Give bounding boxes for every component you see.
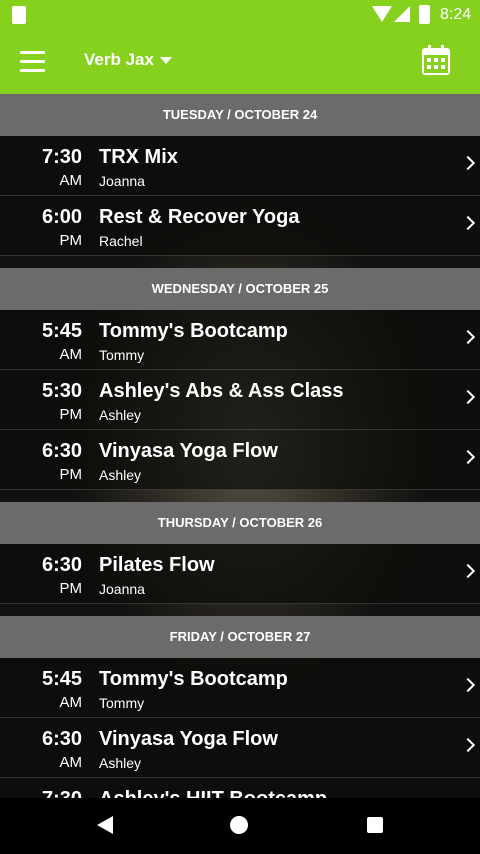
back-icon[interactable] (97, 816, 113, 834)
system-nav-bar (0, 798, 480, 854)
class-schedule-list[interactable]: TUESDAY / OCTOBER 24 7:30 AM TRX Mix Joanna 6… (0, 94, 480, 798)
class-row[interactable]: 5:30 PM Ashley's Abs & Ass Class Ashley (0, 370, 480, 430)
class-ampm: PM (59, 406, 83, 423)
class-time: 5:30 (41, 380, 82, 402)
home-icon[interactable] (230, 816, 248, 834)
chevron-right-icon[interactable] (460, 737, 476, 753)
class-row[interactable]: 5:45 AM Tommy's Bootcamp Tommy (0, 658, 480, 718)
class-time: 6:30 (41, 440, 82, 462)
class-time: 7:30 (42, 788, 82, 798)
class-instructor: Joanna (99, 581, 145, 597)
class-instructor: Tommy (99, 347, 145, 363)
menu-icon[interactable] (20, 51, 45, 72)
chevron-right-icon[interactable] (460, 449, 476, 465)
chevron-right-icon[interactable] (460, 677, 476, 693)
day-header: THURSDAY / OCTOBER 26 (0, 502, 480, 544)
recents-icon[interactable] (367, 817, 383, 833)
chevron-right-icon[interactable] (460, 389, 476, 405)
caret-down-icon[interactable] (160, 57, 172, 64)
day-header: TUESDAY / OCTOBER 24 (0, 94, 480, 136)
class-instructor: Tommy (99, 695, 145, 711)
day-header: WEDNESDAY / OCTOBER 25 (0, 268, 480, 310)
class-name: Vinyasa Yoga Flow (99, 440, 278, 462)
class-instructor: Ashley (99, 407, 142, 423)
class-instructor: Ashley (99, 467, 142, 483)
class-time: 7:30 (41, 146, 82, 168)
class-ampm: PM (59, 580, 83, 597)
class-row[interactable]: 6:30 AM Vinyasa Yoga Flow Ashley (0, 718, 480, 778)
class-row[interactable]: 6:30 PM Pilates Flow Joanna (0, 544, 480, 604)
class-name: Pilates Flow (99, 554, 215, 576)
class-row[interactable]: 7:30 Ashley's HIIT Bootcamp (0, 778, 480, 798)
battery-icon (419, 5, 430, 24)
class-ampm: AM (59, 346, 83, 363)
class-instructor: Rachel (99, 233, 143, 249)
sd-card-icon (12, 6, 26, 24)
class-ampm: PM (59, 466, 83, 483)
class-name: Ashley's HIIT Bootcamp (99, 788, 327, 798)
class-time: 6:00 (41, 206, 82, 228)
class-time: 5:45 (41, 320, 82, 342)
chevron-right-icon[interactable] (460, 155, 476, 171)
chevron-right-icon[interactable] (460, 329, 476, 345)
status-bar: 8:24 (0, 0, 480, 30)
class-name: Rest & Recover Yoga (99, 206, 300, 228)
class-row[interactable]: 7:30 AM TRX Mix Joanna (0, 136, 480, 196)
class-time: 5:45 (41, 668, 82, 690)
class-instructor: Joanna (99, 173, 145, 189)
class-ampm: AM (59, 172, 83, 189)
class-name: TRX Mix (99, 146, 178, 168)
status-time: 8:24 (440, 6, 472, 23)
day-header: FRIDAY / OCTOBER 27 (0, 616, 480, 658)
class-name: Tommy's Bootcamp (99, 668, 288, 690)
app-bar: Verb Jax (0, 30, 480, 94)
class-ampm: PM (59, 232, 83, 249)
wifi-icon (372, 6, 392, 22)
class-ampm: AM (59, 754, 83, 771)
calendar-icon[interactable] (422, 45, 450, 75)
class-name: Tommy's Bootcamp (99, 320, 288, 342)
class-name: Vinyasa Yoga Flow (99, 728, 278, 750)
class-time: 6:30 (41, 728, 82, 750)
class-row[interactable]: 6:00 PM Rest & Recover Yoga Rachel (0, 196, 480, 256)
chevron-right-icon[interactable] (460, 215, 476, 231)
class-row[interactable]: 5:45 AM Tommy's Bootcamp Tommy (0, 310, 480, 370)
class-time: 6:30 (41, 554, 82, 576)
class-ampm: AM (59, 694, 83, 711)
cell-signal-icon (394, 6, 410, 22)
chevron-right-icon[interactable] (460, 563, 476, 579)
class-name: Ashley's Abs & Ass Class (99, 380, 344, 402)
class-row[interactable]: 6:30 PM Vinyasa Yoga Flow Ashley (0, 430, 480, 490)
location-selector[interactable]: Verb Jax (84, 50, 154, 70)
class-instructor: Ashley (99, 755, 142, 771)
